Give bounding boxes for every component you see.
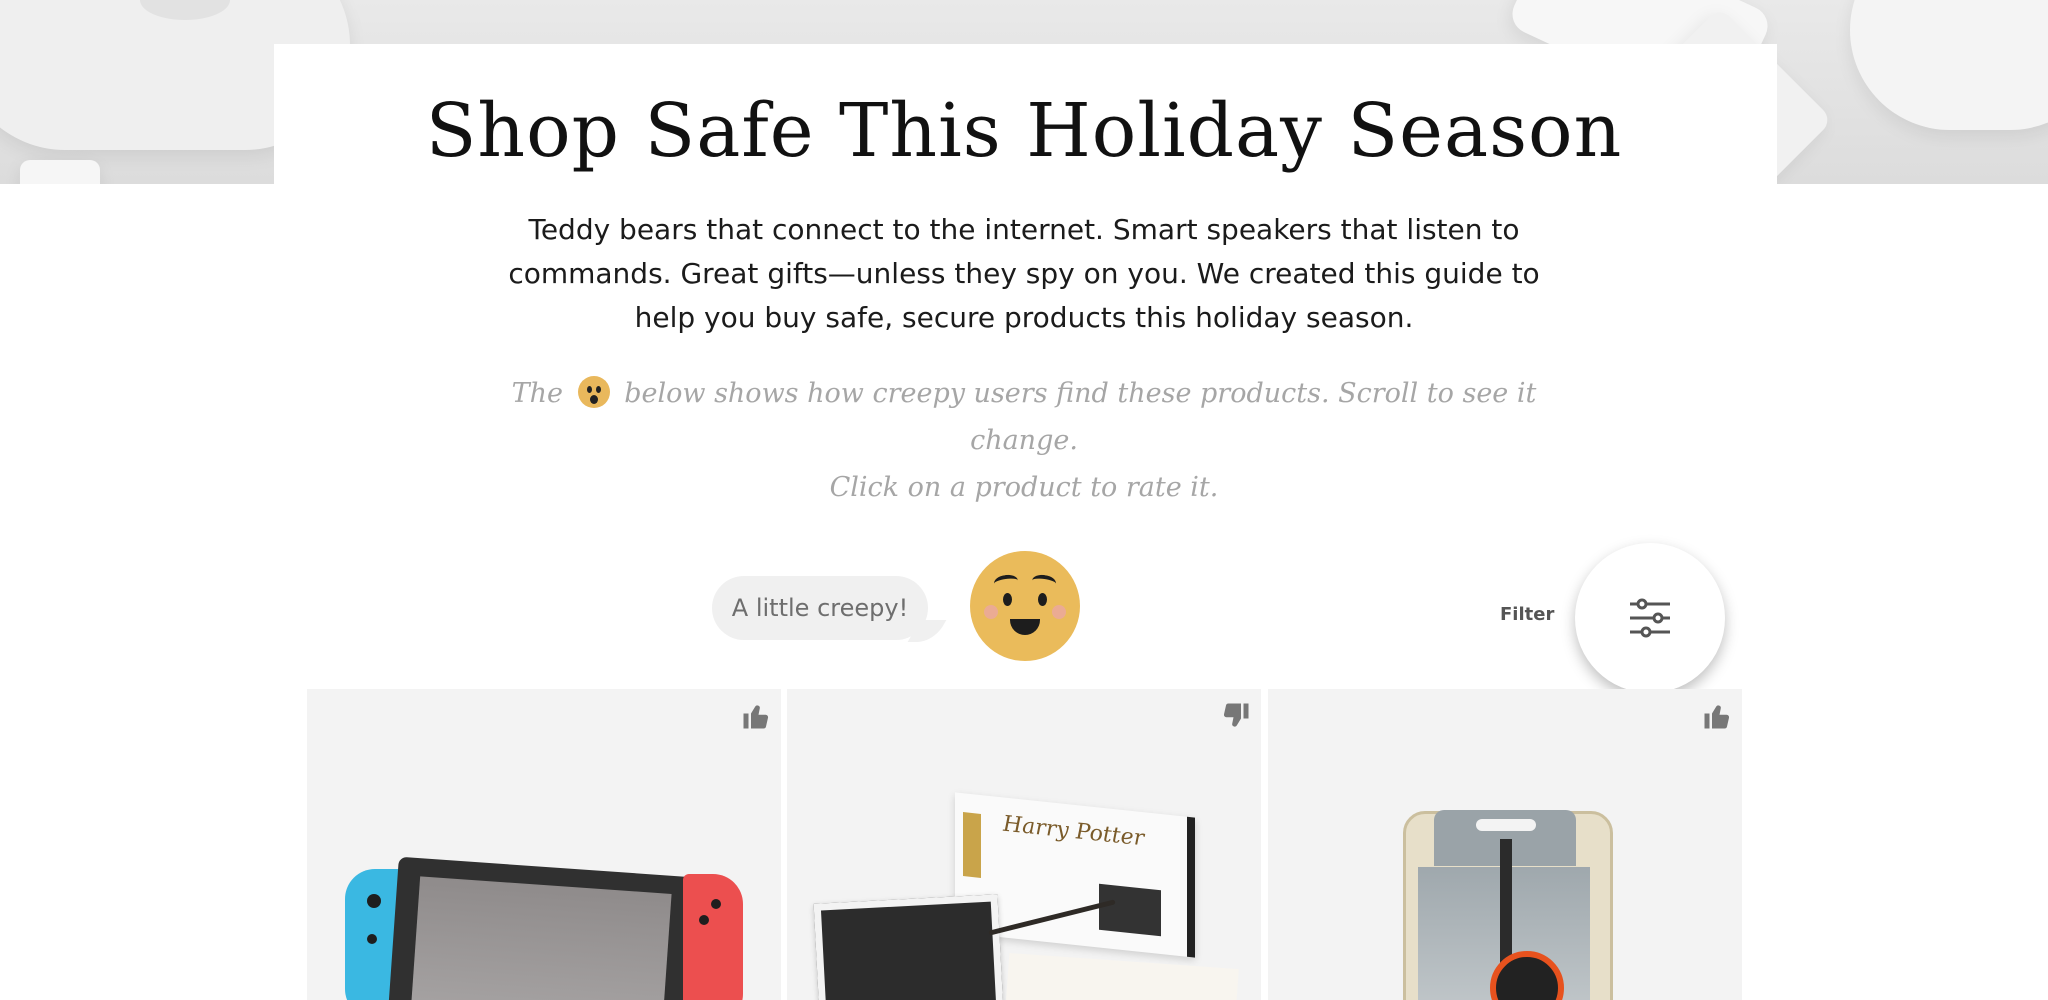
note-line-2: Click on a product to rate it.	[829, 472, 1219, 503]
slightly-creepy-face-icon	[970, 551, 1080, 661]
page-title: Shop Safe This Holiday Season	[425, 88, 1623, 174]
surprised-face-icon	[577, 376, 610, 408]
intro-text: Teddy bears that connect to the internet…	[508, 213, 1540, 334]
kit-tablet	[813, 894, 1005, 1000]
product-grid: Harry Potter	[307, 689, 1745, 1000]
creep-level-label: A little creepy!	[712, 576, 928, 640]
kit-book	[1005, 953, 1239, 1000]
product-card-harry-potter-kit[interactable]: Harry Potter	[787, 689, 1261, 1000]
product-card-tracker[interactable]	[1268, 689, 1742, 1000]
creep-instructions: The below shows how creepy users find th…	[480, 370, 1568, 511]
thumbs-up-icon[interactable]	[741, 701, 771, 731]
thumbs-down-icon[interactable]	[1221, 701, 1251, 731]
thumbs-up-icon[interactable]	[1702, 701, 1732, 731]
joycon-button	[711, 899, 721, 909]
kit-gold-ribbon	[963, 812, 981, 878]
switch-screen	[410, 876, 672, 1000]
note-prefix: The	[511, 378, 564, 409]
joycon-button	[367, 894, 381, 908]
note-suffix: below shows how creepy users find these …	[624, 378, 1537, 456]
filter-label: Filter	[1500, 604, 1555, 625]
joycon-button	[367, 934, 377, 944]
kit-box-screen	[1099, 883, 1161, 937]
joycon-button	[699, 915, 709, 925]
product-card-nintendo-switch[interactable]	[307, 689, 781, 1000]
joycon-right	[683, 874, 743, 1000]
filter-button[interactable]	[1575, 543, 1725, 693]
tracker-hang-hole	[1476, 819, 1536, 831]
sliders-icon	[1630, 598, 1670, 638]
